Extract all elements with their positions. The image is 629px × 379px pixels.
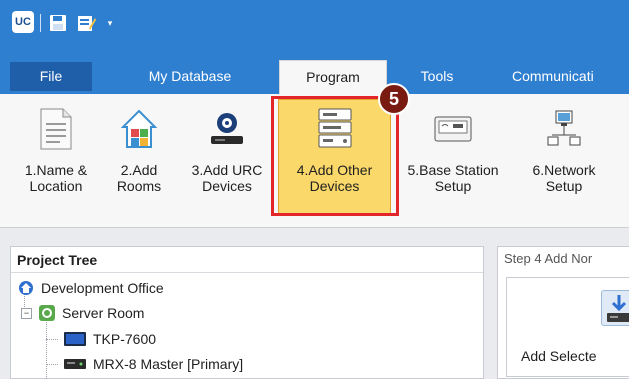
add-selected-button[interactable]: Add Selecte <box>521 348 597 364</box>
name-location-button[interactable]: 1.Name & Location <box>10 94 102 228</box>
tab-file[interactable]: File <box>10 62 92 91</box>
add-devices-panel: Step 4 Add Nor Add Selecte <box>497 246 629 379</box>
remote-device-icon <box>205 106 249 152</box>
base-station-setup-button[interactable]: 5.Base Station Setup <box>397 94 509 228</box>
app-logo-icon[interactable]: UC <box>12 11 34 33</box>
add-rooms-button[interactable]: 2.Add Rooms <box>104 94 174 228</box>
room-icon <box>38 305 56 321</box>
office-icon <box>17 280 35 296</box>
name-location-label: 1.Name & Location <box>24 162 88 194</box>
save-icon[interactable] <box>48 11 68 35</box>
house-icon <box>117 106 161 152</box>
add-urc-devices-label: 3.Add URC Devices <box>191 162 263 194</box>
tree-node-label: TKP-7600 <box>93 331 157 347</box>
callout-highlight-box <box>271 96 399 216</box>
collapse-toggle[interactable]: − <box>21 307 32 319</box>
tree-node-label: Development Office <box>41 280 164 296</box>
tree-line <box>46 364 58 365</box>
tree-node-label: MRX-8 Master [Primary] <box>93 356 244 372</box>
ribbon-tabs: File My Database Program Tools Communica… <box>0 50 629 94</box>
project-tree-panel: Project Tree Development Office − Server… <box>10 246 484 379</box>
controller-icon <box>63 356 87 372</box>
toolbar-separator <box>40 14 41 32</box>
tree-node-label: Server Room <box>62 305 145 321</box>
touch-panel-icon <box>63 331 87 347</box>
document-icon <box>34 106 78 152</box>
add-device-icon[interactable] <box>601 290 629 326</box>
dropdown-arrow-icon[interactable]: ▾ <box>104 11 116 35</box>
tree-node-server-room[interactable]: − Server Room <box>21 302 144 324</box>
network-icon <box>542 106 586 152</box>
tree-node-development-office[interactable]: Development Office <box>17 277 164 299</box>
title-bar: UC ▾ <box>0 0 629 50</box>
base-station-setup-label: 5.Base Station Setup <box>407 162 499 194</box>
tree-node-mrx-8-master[interactable]: MRX-8 Master [Primary] <box>63 353 243 375</box>
tree-node-tkp-7600[interactable]: TKP-7600 <box>63 328 156 350</box>
tab-my-database[interactable]: My Database <box>110 60 270 94</box>
project-tree-title: Project Tree <box>11 247 483 273</box>
edit-icon[interactable] <box>76 11 98 35</box>
network-setup-label: 6.Network Setup <box>532 162 596 194</box>
network-setup-button[interactable]: 6.Network Setup <box>512 94 616 228</box>
step-panel-header: Step 4 Add Nor <box>504 251 593 266</box>
tab-communications[interactable]: Communicati <box>496 60 629 94</box>
tab-program[interactable]: Program <box>279 60 387 94</box>
add-rooms-label: 2.Add Rooms <box>116 162 162 194</box>
add-urc-devices-button[interactable]: 3.Add URC Devices <box>178 94 276 228</box>
base-station-icon <box>431 106 475 152</box>
tab-tools[interactable]: Tools <box>400 60 474 94</box>
device-list-area: Add Selecte <box>506 277 629 377</box>
step-number-badge: 5 <box>378 83 410 115</box>
tree-line <box>46 339 58 340</box>
